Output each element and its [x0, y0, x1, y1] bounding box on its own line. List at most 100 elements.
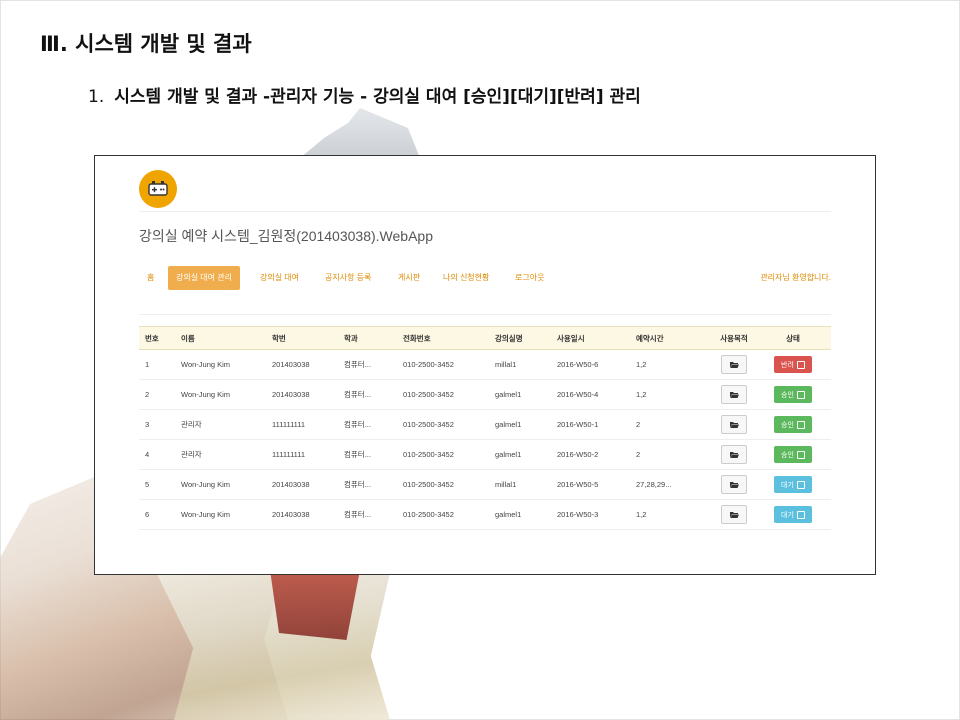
cell-room: galmel1 [495, 510, 522, 519]
cell-phone: 010-2500-3452 [403, 510, 454, 519]
edit-icon [796, 420, 805, 429]
cell-dept: 컴퓨터... [344, 510, 371, 519]
edit-icon [796, 450, 805, 459]
cell-status: 대기 [767, 500, 819, 529]
status-button[interactable]: 대기 [774, 476, 812, 493]
cell-room: galmel1 [495, 390, 522, 399]
app-title: 강의실 예약 시스템_김원정(201403038).WebApp [139, 228, 433, 244]
cell-time: 1,2 [636, 510, 647, 519]
edit-icon [796, 510, 805, 519]
cell-time: 27,28,29... [636, 480, 672, 489]
cell-status: 승인 [767, 440, 819, 469]
cell-date: 2016-W50-5 [557, 480, 599, 489]
cell-dept: 컴퓨터... [344, 450, 371, 459]
status-button[interactable]: 반려 [774, 356, 812, 373]
table-row: 3 관리자 111111111 컴퓨터... 010-2500-3452 galmel1 2… [139, 410, 831, 440]
cell-purpose [714, 410, 754, 439]
cell-date: 2016-W50-2 [557, 450, 599, 459]
cell-student-id: 201403038 [272, 360, 310, 369]
purpose-button[interactable] [721, 355, 747, 374]
cell-dept: 컴퓨터... [344, 390, 371, 399]
folder-open-icon [729, 392, 739, 398]
header-time: 예약시간 [636, 333, 664, 343]
purpose-button[interactable] [721, 505, 747, 524]
slide-subtitle: 1. 시스템 개발 및 결과 -관리자 기능 - 강의실 대여 [승인][대기][… [88, 82, 641, 107]
cell-time: 1,2 [636, 360, 647, 369]
status-label: 대기 [781, 481, 794, 489]
cell-date: 2016-W50-1 [557, 420, 599, 429]
cell-student-id: 201403038 [272, 390, 310, 399]
cell-student-id: 201403038 [272, 510, 310, 519]
cell-dept: 컴퓨터... [344, 360, 371, 369]
nav-item-home[interactable]: 홈 [147, 266, 154, 290]
cell-no: 3 [145, 420, 150, 429]
slide-title: Ⅲ. 시스템 개발 및 결과 [40, 32, 252, 56]
table-row: 5 Won-Jung Kim 201403038 컴퓨터... 010-2500-345… [139, 470, 831, 500]
status-button[interactable]: 대기 [774, 506, 812, 523]
cell-name: Won-Jung Kim [181, 360, 231, 369]
header-no: 번호 [145, 333, 159, 343]
table-row: 4 관리자 111111111 컴퓨터... 010-2500-3452 galmel1 2… [139, 440, 831, 470]
cell-purpose [714, 470, 754, 499]
cell-date: 2016-W50-3 [557, 510, 599, 519]
header-divider [139, 211, 831, 212]
nav-item-logout[interactable]: 로그아웃 [515, 266, 544, 290]
cell-time: 1,2 [636, 390, 647, 399]
cell-status: 승인 [767, 410, 819, 439]
status-label: 반려 [781, 361, 794, 369]
purpose-button[interactable] [721, 415, 747, 434]
cell-name: Won-Jung Kim [181, 390, 231, 399]
cell-dept: 컴퓨터... [344, 480, 371, 489]
cell-phone: 010-2500-3452 [403, 480, 454, 489]
cell-no: 2 [145, 390, 150, 399]
cell-room: galmel1 [495, 420, 522, 429]
nav-item-my-applications[interactable]: 나의 신청현황 [443, 266, 489, 290]
welcome-text: 관리자님 환영합니다. [760, 273, 831, 282]
cell-status: 승인 [767, 380, 819, 409]
cell-phone: 010-2500-3452 [403, 420, 454, 429]
folder-open-icon [729, 362, 739, 368]
table-header: 번호 이름 학번 학과 전화번호 강의실명 사용일시 예약시간 사용목적 상태 [139, 326, 831, 350]
logo[interactable] [139, 170, 177, 208]
nav-item-board[interactable]: 게시판 [398, 266, 420, 290]
nav-item-notice-register[interactable]: 공지사항 등록 [325, 266, 371, 290]
cell-no: 4 [145, 450, 150, 459]
subtitle-number: 1. [88, 87, 105, 107]
header-status: 상태 [786, 333, 800, 343]
cell-phone: 010-2500-3452 [403, 390, 454, 399]
cell-no: 6 [145, 510, 150, 519]
app-screenshot: 강의실 예약 시스템_김원정(201403038).WebApp 홈 강의실 대… [94, 155, 876, 575]
cell-no: 5 [145, 480, 150, 489]
purpose-button[interactable] [721, 475, 747, 494]
folder-open-icon [729, 422, 739, 428]
nav-item-rental-management[interactable]: 강의실 대여 관리 [168, 266, 240, 290]
cell-date: 2016-W50-4 [557, 390, 599, 399]
gamepad-icon [148, 181, 168, 196]
edit-icon [796, 480, 805, 489]
folder-open-icon [729, 452, 739, 458]
status-button[interactable]: 승인 [774, 446, 812, 463]
header-name: 이름 [181, 333, 195, 343]
header-date: 사용일시 [557, 333, 585, 343]
cell-date: 2016-W50-6 [557, 360, 599, 369]
nav-item-rental[interactable]: 강의실 대여 [260, 266, 299, 290]
cell-purpose [714, 440, 754, 469]
edit-icon [796, 390, 805, 399]
cell-room: millal1 [495, 360, 517, 369]
table-body: 1 Won-Jung Kim 201403038 컴퓨터... 010-2500-345… [139, 350, 831, 530]
status-button[interactable]: 승인 [774, 416, 812, 433]
cell-phone: 010-2500-3452 [403, 360, 454, 369]
cell-room: galmel1 [495, 450, 522, 459]
cell-name: 관리자 [181, 450, 202, 459]
cell-no: 1 [145, 360, 150, 369]
purpose-button[interactable] [721, 445, 747, 464]
status-button[interactable]: 승인 [774, 386, 812, 403]
nav-divider [139, 314, 831, 315]
header-dept: 학과 [344, 333, 358, 343]
purpose-button[interactable] [721, 385, 747, 404]
main-nav: 홈 강의실 대여 관리 강의실 대여 공지사항 등록 게시판 나의 신청현황 로… [139, 266, 831, 290]
cell-student-id: 111111111 [272, 450, 306, 459]
cell-status: 반려 [767, 350, 819, 379]
cell-status: 대기 [767, 470, 819, 499]
status-label: 승인 [781, 391, 794, 399]
